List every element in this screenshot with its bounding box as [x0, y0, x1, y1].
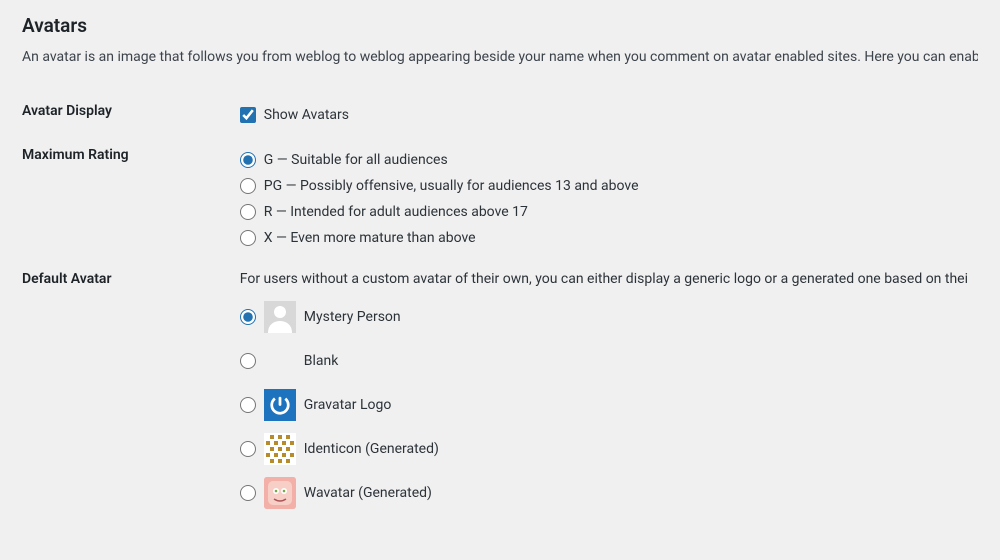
default-gravatar-label[interactable]: Gravatar Logo: [304, 397, 392, 413]
default-mystery-radio[interactable]: [240, 309, 256, 325]
rating-pg-radio[interactable]: [240, 178, 256, 194]
default-identicon-radio[interactable]: [240, 441, 256, 457]
rating-g-radio[interactable]: [240, 152, 256, 168]
mystery-person-icon: [264, 301, 296, 333]
default-wavatar-radio[interactable]: [240, 485, 256, 501]
maximum-rating-label: Maximum Rating: [22, 137, 240, 261]
default-blank-radio[interactable]: [240, 353, 256, 369]
rating-g-label[interactable]: G — Suitable for all audiences: [264, 152, 448, 168]
default-avatar-description: For users without a custom avatar of the…: [240, 271, 968, 287]
default-gravatar-radio[interactable]: [240, 397, 256, 413]
rating-x-radio[interactable]: [240, 230, 256, 246]
rating-r-label[interactable]: R — Intended for adult audiences above 1…: [264, 204, 528, 220]
wavatar-icon: [264, 477, 296, 509]
default-wavatar-label[interactable]: Wavatar (Generated): [304, 485, 432, 501]
rating-x-label[interactable]: X — Even more mature than above: [264, 230, 476, 246]
section-heading: Avatars: [22, 14, 978, 37]
default-mystery-label[interactable]: Mystery Person: [304, 309, 401, 325]
default-avatar-label: Default Avatar: [22, 261, 240, 525]
show-avatars-label[interactable]: Show Avatars: [264, 107, 349, 123]
gravatar-logo-icon: [264, 389, 296, 421]
avatar-display-label: Avatar Display: [22, 93, 240, 137]
default-blank-label[interactable]: Blank: [304, 353, 339, 369]
section-description: An avatar is an image that follows you f…: [22, 49, 978, 65]
blank-icon: [264, 345, 296, 377]
default-identicon-label[interactable]: Identicon (Generated): [304, 441, 439, 457]
rating-r-radio[interactable]: [240, 204, 256, 220]
rating-pg-label[interactable]: PG — Possibly offensive, usually for aud…: [264, 178, 639, 194]
show-avatars-checkbox[interactable]: [240, 107, 256, 123]
identicon-icon: [264, 433, 296, 465]
